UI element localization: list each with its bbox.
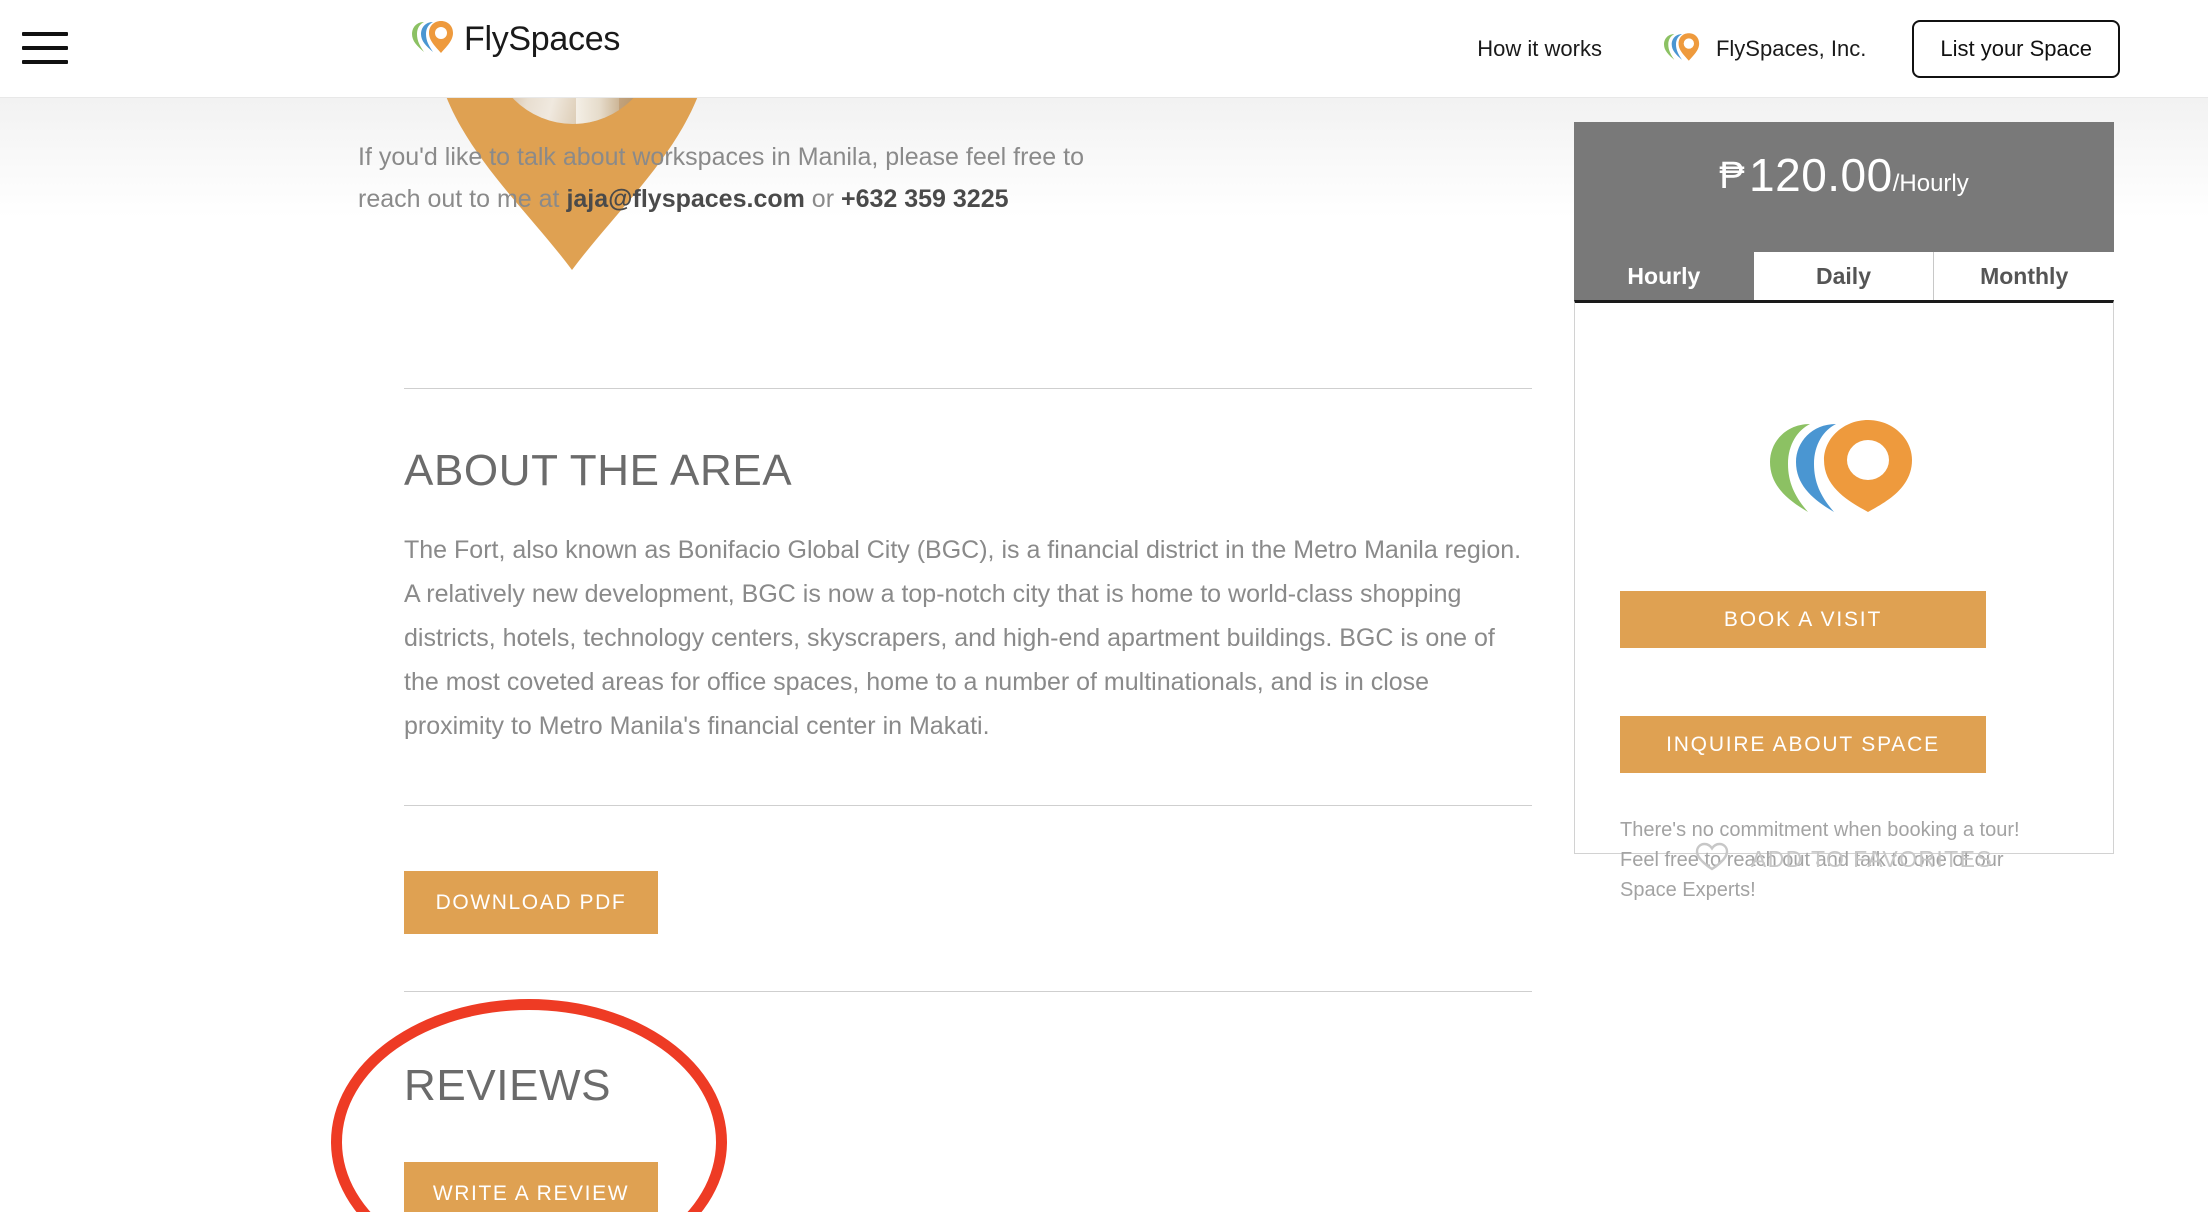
booking-sidebar-card: ₱ 120.00/Hourly Hourly Daily Monthly BOO… xyxy=(1574,122,2115,901)
divider-above-reviews xyxy=(404,991,1532,992)
contact-line-1: If you'd like to talk about workspaces i… xyxy=(358,143,1085,171)
contact-conjunction: or xyxy=(804,185,841,213)
contact-prefix: reach out to me at xyxy=(358,185,567,213)
tab-monthly[interactable]: Monthly xyxy=(1934,252,2115,300)
header-nav: How it works FlySpaces, Inc. List your S… xyxy=(1477,16,2120,82)
contact-line-2: reach out to me at jaja@flyspaces.com or… xyxy=(358,178,1118,220)
hamburger-bar xyxy=(22,32,68,36)
flyspaces-pin-logo-icon xyxy=(412,20,454,59)
booking-card-body: BOOK A VISIT INQUIRE ABOUT SPACE There's… xyxy=(1574,300,2114,901)
price-header: ₱ 120.00/Hourly xyxy=(1574,122,2114,252)
heart-outline-icon xyxy=(1695,842,1729,877)
book-a-visit-button[interactable]: BOOK A VISIT xyxy=(1620,591,1986,648)
download-pdf-button[interactable]: DOWNLOAD PDF xyxy=(404,871,658,934)
price-amount: 120.00 xyxy=(1749,149,1893,201)
note-line-1: There's no commitment when booking a tou… xyxy=(1620,819,2020,841)
tab-hourly[interactable]: Hourly xyxy=(1574,252,1754,300)
divider-above-about xyxy=(404,388,1532,389)
site-header: FlySpaces How it works FlySpaces, Inc. L… xyxy=(0,0,2208,98)
price-currency-symbol: ₱ xyxy=(1719,155,1745,197)
brand-name: FlySpaces xyxy=(464,20,621,58)
note-line-3: Space Experts! xyxy=(1620,879,1756,901)
company-name: FlySpaces, Inc. xyxy=(1715,36,1867,61)
page-content: If you'd like to talk about workspaces i… xyxy=(0,0,2208,1212)
write-a-review-button[interactable]: WRITE A REVIEW xyxy=(404,1162,658,1212)
tab-daily[interactable]: Daily xyxy=(1753,252,1935,300)
company-account-link[interactable]: FlySpaces, Inc. xyxy=(1663,32,1867,67)
about-the-area-body: The Fort, also known as Bonifacio Global… xyxy=(404,536,1522,740)
nav-how-it-works[interactable]: How it works xyxy=(1477,36,1602,62)
brand-logo-link[interactable]: FlySpaces xyxy=(412,20,620,59)
hamburger-bar xyxy=(22,60,68,64)
agent-phone[interactable]: +632 359 3225 xyxy=(841,185,1009,213)
agent-email[interactable]: jaja@flyspaces.com xyxy=(566,185,804,213)
divider-above-download xyxy=(404,805,1532,806)
price-display: ₱ 120.00/Hourly xyxy=(1574,148,2114,202)
page-title-reviews: REVIEWS xyxy=(404,1061,612,1110)
hamburger-menu-icon[interactable] xyxy=(22,28,68,68)
inquire-about-space-button[interactable]: INQUIRE ABOUT SPACE xyxy=(1620,716,1986,773)
page-title-about-the-area: ABOUT THE AREA xyxy=(404,446,793,495)
flyspaces-pin-logo-icon xyxy=(1764,416,1924,514)
add-to-favorites-button[interactable]: ADD TO FAVORITES xyxy=(1574,842,2114,877)
price-unit: /Hourly xyxy=(1892,170,1969,197)
agent-contact-block: If you'd like to talk about workspaces i… xyxy=(358,136,1118,220)
hamburger-bar xyxy=(22,46,68,50)
pricing-period-tabs: Hourly Daily Monthly xyxy=(1574,252,2115,300)
list-your-space-button[interactable]: List your Space xyxy=(1912,20,2120,78)
add-to-favorites-label: ADD TO FAVORITES xyxy=(1750,846,1994,872)
flyspaces-pin-logo-icon xyxy=(1663,32,1700,67)
